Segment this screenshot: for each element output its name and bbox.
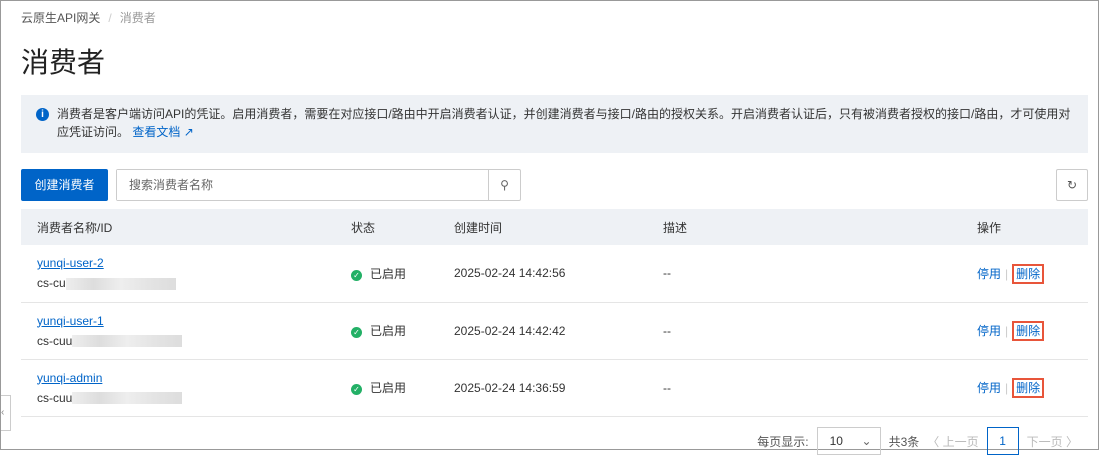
consumer-table: 消费者名称/ID 状态 创建时间 描述 操作 yunqi-user-2 cs-cu… (21, 209, 1088, 417)
chevron-down-icon: ⌄ (861, 434, 872, 448)
create-consumer-button[interactable]: 创建消费者 (21, 169, 108, 201)
col-actions: 操作 (961, 209, 1088, 245)
status-text: 已启用 (370, 324, 407, 338)
total-count: 共3条 (888, 434, 920, 449)
consumer-id: cs-cuu (37, 391, 183, 405)
prev-page-button[interactable]: 〈 上一页 (927, 433, 978, 450)
per-page-label: 每页显示: (757, 434, 809, 449)
per-page-select[interactable]: 10 ⌄ (816, 427, 881, 455)
consumer-id: cs-cuu (37, 334, 183, 348)
table-row: yunqi-user-2 cs-cu ✓ 已启用 2025-02-24 14:42:… (21, 245, 1088, 303)
delete-button[interactable]: 删除 (1012, 321, 1045, 341)
next-page-button[interactable]: 下一页 〉 (1027, 433, 1078, 450)
page-1[interactable]: 1 (986, 427, 1019, 455)
description: -- (647, 245, 961, 303)
status-enabled-icon: ✓ (351, 269, 362, 281)
breadcrumb: 云原生API网关 / 消费者 (21, 11, 156, 25)
search-box: ⚲ (116, 169, 521, 201)
pagination: 每页显示: 10 ⌄ 共3条 〈 上一页 1 下一页 〉 (757, 427, 1078, 455)
col-created: 创建时间 (438, 209, 647, 245)
created-time: 2025-02-24 14:42:56 (438, 245, 647, 303)
page-title: 消费者 (21, 47, 106, 78)
disable-button[interactable]: 停用 (977, 324, 1001, 338)
status-text: 已启用 (370, 266, 407, 281)
info-banner: i 消费者是客户端访问API的凭证。启用消费者，需要在对应接口/路由中开启消费者… (21, 95, 1088, 153)
delete-button[interactable]: 删除 (1012, 378, 1045, 398)
refresh-icon[interactable]: ↻ (1056, 169, 1088, 201)
view-docs-link[interactable]: 查看文档 ↗ (132, 125, 193, 139)
info-icon: i (36, 108, 49, 121)
status-enabled-icon: ✓ (351, 384, 362, 395)
status-enabled-icon: ✓ (351, 327, 362, 338)
description: -- (647, 359, 961, 417)
col-status: 状态 (335, 209, 438, 245)
table-row: yunqi-admin cs-cuu ✓ 已启用 2025-02-24 14:36:… (21, 359, 1088, 417)
consumer-id: cs-cu (37, 276, 176, 290)
breadcrumb-root[interactable]: 云原生API网关 (21, 11, 100, 25)
disable-button[interactable]: 停用 (977, 267, 1001, 281)
breadcrumb-current: 消费者 (119, 11, 156, 25)
info-text: 消费者是客户端访问API的凭证。启用消费者，需要在对应接口/路由中开启消费者认证… (57, 107, 1071, 139)
col-name: 消费者名称/ID (21, 209, 335, 245)
consumer-name-link[interactable]: yunqi-user-1 (37, 314, 335, 328)
collapse-sidebar-handle[interactable]: ‹ (1, 395, 11, 431)
description: -- (647, 302, 961, 360)
table-row: yunqi-user-1 cs-cuu ✓ 已启用 2025-02-24 14:42… (21, 302, 1088, 360)
created-time: 2025-02-24 14:36:59 (438, 359, 647, 417)
col-desc: 描述 (647, 209, 961, 245)
status-text: 已启用 (370, 381, 407, 395)
disable-button[interactable]: 停用 (977, 381, 1001, 395)
search-input[interactable] (117, 170, 487, 200)
search-icon[interactable]: ⚲ (488, 170, 520, 200)
delete-button[interactable]: 删除 (1012, 263, 1045, 284)
created-time: 2025-02-24 14:42:42 (438, 302, 647, 360)
consumer-name-link[interactable]: yunqi-admin (37, 371, 335, 385)
consumer-name-link[interactable]: yunqi-user-2 (37, 256, 335, 270)
